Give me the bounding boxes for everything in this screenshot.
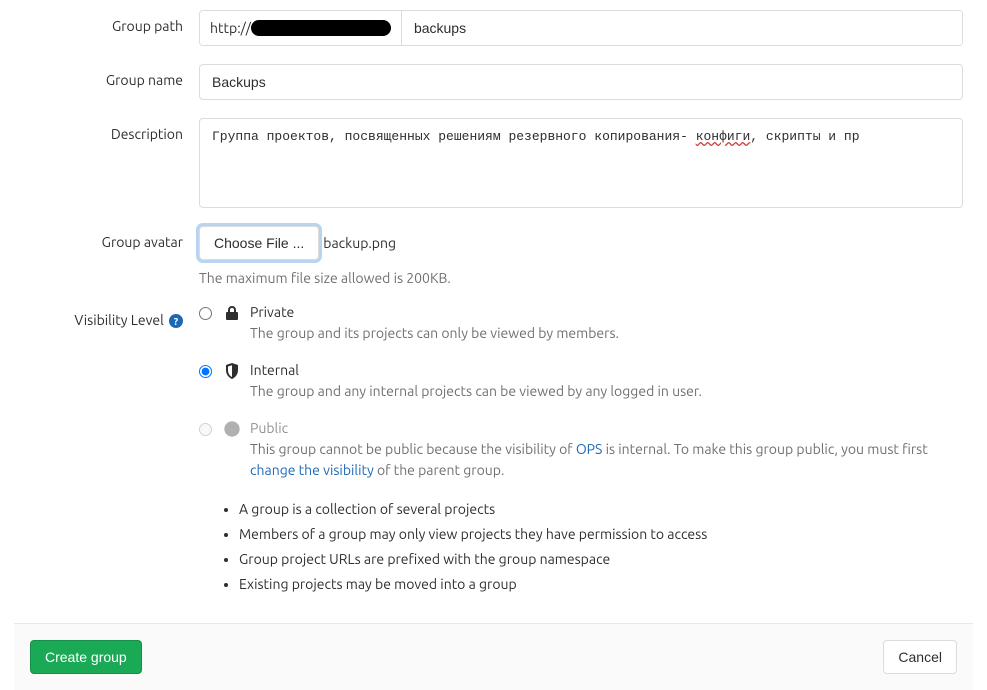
- description-textarea[interactable]: Группа проектов, посвященных решениям ре…: [199, 118, 963, 208]
- file-row: Choose File ... backup.png: [199, 226, 963, 260]
- description-controls: Группа проектов, посвященных решениям ре…: [199, 118, 963, 208]
- bullet-3: Group project URLs are prefixed with the…: [239, 549, 963, 570]
- group-form: Group path http:// Group name Descriptio…: [0, 0, 987, 599]
- group-path-prefix: http://: [200, 11, 402, 45]
- private-desc: The group and its projects can only be v…: [250, 323, 963, 344]
- public-title: Public: [250, 420, 963, 436]
- bullet-1: A group is a collection of several proje…: [239, 499, 963, 520]
- private-text: Private The group and its projects can o…: [250, 304, 963, 344]
- visibility-option-internal: Internal The group and any internal proj…: [199, 362, 963, 402]
- row-group-name: Group name: [24, 64, 963, 100]
- group-path-input-group: http://: [199, 10, 963, 46]
- visibility-option-private: Private The group and its projects can o…: [199, 304, 963, 344]
- label-group-name: Group name: [24, 64, 199, 88]
- row-description: Description Группа проектов, посвященных…: [24, 118, 963, 208]
- row-group-avatar: Group avatar Choose File ... backup.png …: [24, 226, 963, 286]
- group-name-controls: [199, 64, 963, 100]
- label-description: Description: [24, 118, 199, 142]
- create-group-button[interactable]: Create group: [30, 640, 142, 674]
- internal-title: Internal: [250, 362, 963, 378]
- choose-file-button[interactable]: Choose File ...: [199, 226, 319, 260]
- internal-desc: The group and any internal projects can …: [250, 381, 963, 402]
- label-group-path: Group path: [24, 10, 199, 34]
- row-visibility: Visibility Level ? Private The group and…: [24, 304, 963, 599]
- shield-icon: [222, 362, 242, 379]
- visibility-option-public: Public This group cannot be public becau…: [199, 420, 963, 481]
- globe-icon: [222, 420, 242, 437]
- public-desc: This group cannot be public because the …: [250, 439, 963, 481]
- radio-internal[interactable]: [199, 365, 212, 378]
- cancel-button[interactable]: Cancel: [883, 640, 957, 674]
- group-avatar-controls: Choose File ... backup.png The maximum f…: [199, 226, 963, 286]
- row-group-path: Group path http://: [24, 10, 963, 46]
- label-group-avatar: Group avatar: [24, 226, 199, 250]
- form-footer: Create group Cancel: [14, 623, 973, 690]
- group-path-controls: http://: [199, 10, 963, 46]
- radio-private[interactable]: [199, 307, 212, 320]
- lock-icon: [222, 304, 242, 321]
- group-name-input[interactable]: [199, 64, 963, 100]
- avatar-hint: The maximum file size allowed is 200KB.: [199, 270, 963, 286]
- bullet-2: Members of a group may only view project…: [239, 524, 963, 545]
- visibility-controls: Private The group and its projects can o…: [199, 304, 963, 599]
- help-icon[interactable]: ?: [169, 314, 183, 328]
- radio-public: [199, 423, 212, 436]
- selected-filename: backup.png: [323, 235, 396, 251]
- label-visibility: Visibility Level ?: [24, 304, 199, 328]
- change-visibility-link[interactable]: change the visibility: [250, 462, 374, 478]
- redacted-host: [251, 20, 391, 36]
- private-title: Private: [250, 304, 963, 320]
- group-path-prefix-text: http://: [210, 20, 251, 36]
- group-info-bullets: A group is a collection of several proje…: [199, 499, 963, 595]
- ops-link[interactable]: OPS: [576, 441, 603, 457]
- internal-text: Internal The group and any internal proj…: [250, 362, 963, 402]
- public-text: Public This group cannot be public becau…: [250, 420, 963, 481]
- group-path-input[interactable]: [402, 11, 962, 45]
- bullet-4: Existing projects may be moved into a gr…: [239, 574, 963, 595]
